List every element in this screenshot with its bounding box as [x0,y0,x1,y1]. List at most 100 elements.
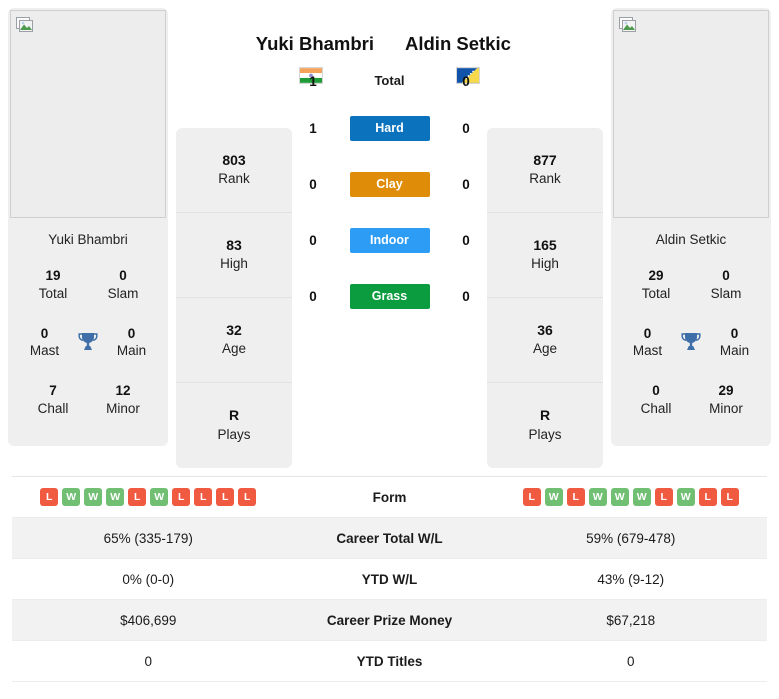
attribute-plays: R Plays [487,383,603,468]
attribute-label: Plays [528,426,562,442]
stat-value: 29 [718,383,734,399]
h2h-row-clay: 0 Clay 0 [292,156,487,212]
left-player-name: Yuki Bhambri [255,33,374,54]
table-row: 65% (335-179) Career Total W/L 59% (679-… [12,518,767,559]
form-badge-l: L [566,488,585,506]
stat-value: 19 [45,268,61,283]
stat-challenger: 0 Chall [621,382,691,418]
attribute-value: 877 [533,151,557,168]
attribute-value: R [228,407,240,424]
left-player-titles: 19 Total 0 Slam 0 Mast 0 Main 7 Chall 12… [8,257,168,446]
attribute-label: Age [221,341,247,357]
stat-masters: 0 Mast [621,325,674,361]
right-value: 59% (679-478) [586,530,676,546]
table-row: $406,699 Career Prize Money $67,218 [12,600,767,641]
left-player-attributes: 803 Rank 83 High 32 Age R Plays [176,128,292,468]
stat-value: 0 [643,325,652,341]
stat-slam: 0 Slam [88,267,158,303]
titles-row: 7 Chall 12 Minor [18,372,158,430]
stat-label: Mast [632,343,663,359]
form-badge-w: W [676,488,695,506]
form-badge-l: L [172,488,191,506]
stat-minor: 29 Minor [691,382,761,418]
h2h-row-hard: 1 Hard 0 [292,100,487,156]
table-row-form: LWWWLWLLLL Form LWLWWWLWLL [12,477,767,518]
surface-badge-clay[interactable]: Clay [349,171,430,197]
stat-value: 0 [722,268,730,283]
stat-label: Minor [709,401,743,417]
form-badge-l: L [698,488,717,506]
stat-total: 29 Total [621,267,691,303]
broken-image-icon [16,17,33,32]
row-label: Career Prize Money [326,612,453,628]
right-value: 43% (9-12) [597,571,665,587]
right-score: 0 [462,232,470,248]
stat-slam: 0 Slam [691,267,761,303]
form-badge-l: L [654,488,673,506]
right-form-badges: LWLWWWLWLL [495,488,768,506]
attribute-age: 36 Age [487,298,603,383]
stat-main: 0 Main [708,325,761,361]
h2h-row-total: 1 Total 0 [292,62,487,100]
stat-label: Total [38,285,68,301]
right-score: 0 [462,73,470,89]
attribute-value: 803 [222,151,246,168]
form-badge-l: L [238,488,257,506]
attribute-value: 36 [537,321,553,338]
row-label: YTD Titles [356,653,423,669]
attribute-value: 83 [226,236,242,253]
surface-badge-hard[interactable]: Hard [349,115,430,141]
stat-value: 0 [730,325,739,341]
trophy-icon [681,333,701,351]
right-trophy-icon [674,330,708,354]
head-to-head-column: Yuki Bhambri Aldin Setkic 1 Total 0 1 Ha… [256,0,511,476]
left-form-badges: LWWWLWLLLL [12,488,285,506]
left-value: $406,699 [120,612,177,628]
comparison-stats-table: LWWWLWLLLL Form LWLWWWLWLL 65% (335-179)… [12,476,767,682]
right-player-titles: 29 Total 0 Slam 0 Mast 0 Main 0 Chall 29… [611,257,771,446]
form-badge-l: L [216,488,235,506]
stat-value: 0 [40,325,49,341]
stat-label: Slam [107,285,139,301]
right-score: 0 [462,120,470,136]
right-score: 0 [462,176,470,192]
stat-label: Total [641,285,671,301]
table-row: 0 YTD Titles 0 [12,641,767,682]
form-badge-w: W [632,488,651,506]
stat-value: 7 [49,383,57,399]
form-badge-l: L [720,488,739,506]
left-score: 0 [309,288,317,304]
surface-badge-grass[interactable]: Grass [349,283,430,309]
left-score: 1 [309,120,317,136]
stat-label: Main [116,343,147,359]
stat-label: Minor [106,401,140,417]
stat-value: 0 [652,383,660,399]
row-label: YTD W/L [361,571,418,587]
h2h-row-indoor: 0 Indoor 0 [292,212,487,268]
row-label: Career Total W/L [336,530,443,546]
left-score: 0 [309,232,317,248]
left-player-photo-caption: Yuki Bhambri [48,232,128,247]
stat-label: Slam [710,285,742,301]
form-badge-w: W [544,488,563,506]
stat-label: Main [719,343,750,359]
attribute-rank: 877 Rank [487,128,603,213]
right-score: 0 [462,288,470,304]
form-strip: LWWWLWLLLL [12,488,285,506]
left-player-photo-card: Yuki Bhambri 19 Total 0 Slam 0 Mast 0 Ma… [8,8,168,446]
form-badge-w: W [106,488,125,506]
attribute-value: 32 [226,321,242,338]
stat-challenger: 7 Chall [18,382,88,418]
stat-total: 19 Total [18,267,88,303]
surface-badge-indoor[interactable]: Indoor [349,227,430,253]
surface-label-total: Total [374,73,405,88]
right-value: 0 [626,653,635,669]
attribute-age: 32 Age [176,298,292,383]
stat-label: Mast [29,343,60,359]
surface-breakdown: 1 Total 0 1 Hard 0 0 Clay 0 0 Indoor 0 0 [292,62,487,324]
stat-label: Chall [37,401,69,417]
titles-row: 29 Total 0 Slam [621,257,761,315]
form-badge-w: W [62,488,81,506]
broken-image-icon [619,17,636,32]
stat-masters: 0 Mast [18,325,71,361]
